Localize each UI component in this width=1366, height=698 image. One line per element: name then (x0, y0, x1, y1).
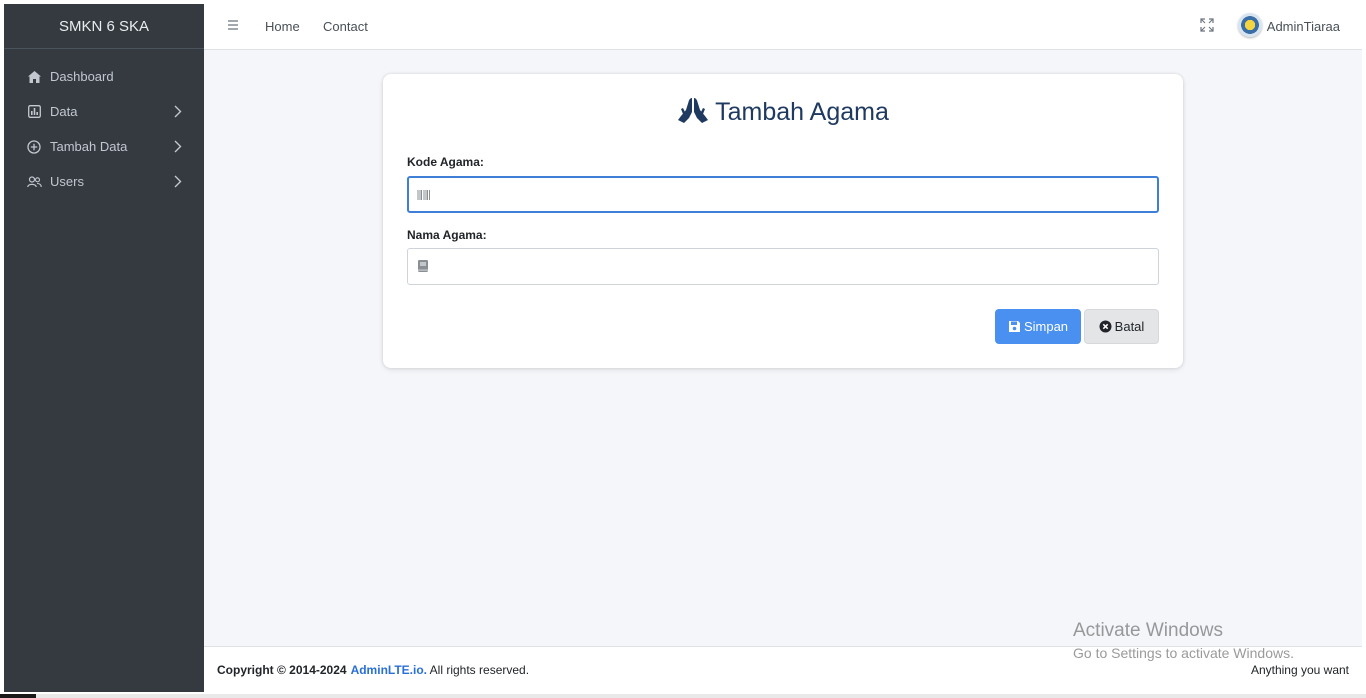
kode-agama-label: Kode Agama: (407, 155, 484, 169)
sidebar-item-tambah-data[interactable]: Tambah Data (4, 129, 204, 164)
sidebar-item-data[interactable]: Data (4, 94, 204, 129)
form-card: Tambah Agama Kode Agama: Nama Agama: Sim… (383, 74, 1183, 368)
form-title: Tambah Agama (715, 98, 889, 126)
fullscreen-icon[interactable] (1200, 18, 1214, 32)
barcode-icon (417, 190, 430, 200)
form-title-row: Tambah Agama (383, 96, 1183, 127)
sidebar-item-label: Users (50, 174, 84, 189)
adminlte-link[interactable]: AdminLTE.io. (351, 663, 427, 677)
sidebar-item-label: Dashboard (50, 69, 114, 84)
footer-right-text: Anything you want (1250, 663, 1349, 677)
nama-agama-field[interactable] (407, 248, 1159, 285)
sidebar-item-users[interactable]: Users (4, 164, 204, 199)
watermark-title: Activate Windows (1073, 620, 1223, 641)
top-navbar: Home Contact AdminTiaraa (204, 4, 1362, 50)
floppy-disk-icon (1008, 321, 1020, 332)
chart-icon (26, 104, 42, 120)
sidebar-nav: Dashboard Data Tambah Data Users (4, 49, 204, 199)
plus-circle-icon (26, 139, 42, 155)
home-icon (26, 69, 42, 85)
nav-link-home[interactable]: Home (265, 19, 300, 34)
sidebar: SMKN 6 SKA Dashboard Data Tambah Data Us… (4, 4, 204, 692)
user-name[interactable]: AdminTiaraa (1267, 19, 1340, 34)
cancel-button[interactable]: Batal (1084, 309, 1159, 344)
copyright-prefix: Copyright © 2014-2024 (217, 663, 347, 677)
avatar[interactable] (1238, 13, 1262, 37)
taskbar-segment (0, 694, 36, 698)
book-icon (418, 260, 428, 272)
nama-agama-input[interactable] (438, 249, 1148, 284)
brand-title[interactable]: SMKN 6 SKA (4, 4, 204, 49)
copyright: Copyright © 2014-2024 AdminLTE.io. All ri… (217, 663, 529, 677)
kode-agama-field[interactable] (407, 176, 1159, 213)
save-button[interactable]: Simpan (995, 309, 1081, 344)
cancel-label: Batal (1114, 319, 1145, 334)
sidebar-item-label: Data (50, 104, 78, 119)
copyright-suffix: All rights reserved. (429, 663, 530, 677)
app-window: SMKN 6 SKA Dashboard Data Tambah Data Us… (4, 4, 1362, 692)
sidebar-item-dashboard[interactable]: Dashboard (4, 59, 204, 94)
menu-toggle-icon[interactable] (228, 19, 238, 31)
users-icon (26, 174, 42, 190)
close-circle-icon (1099, 320, 1112, 333)
chevron-right-icon (174, 140, 182, 153)
nama-agama-label: Nama Agama: (407, 228, 487, 242)
nav-link-contact[interactable]: Contact (323, 19, 368, 34)
kode-agama-input[interactable] (439, 178, 1149, 211)
chevron-right-icon (174, 175, 182, 188)
praying-hands-icon (678, 98, 709, 123)
save-label: Simpan (1023, 319, 1069, 334)
activation-watermark: Activate Windows Go to Settings to activ… (1073, 620, 1294, 661)
sidebar-item-label: Tambah Data (50, 139, 128, 154)
chevron-right-icon (174, 105, 182, 118)
watermark-subtitle: Go to Settings to activate Windows. (1073, 645, 1294, 661)
taskbar-strip (0, 694, 1366, 698)
